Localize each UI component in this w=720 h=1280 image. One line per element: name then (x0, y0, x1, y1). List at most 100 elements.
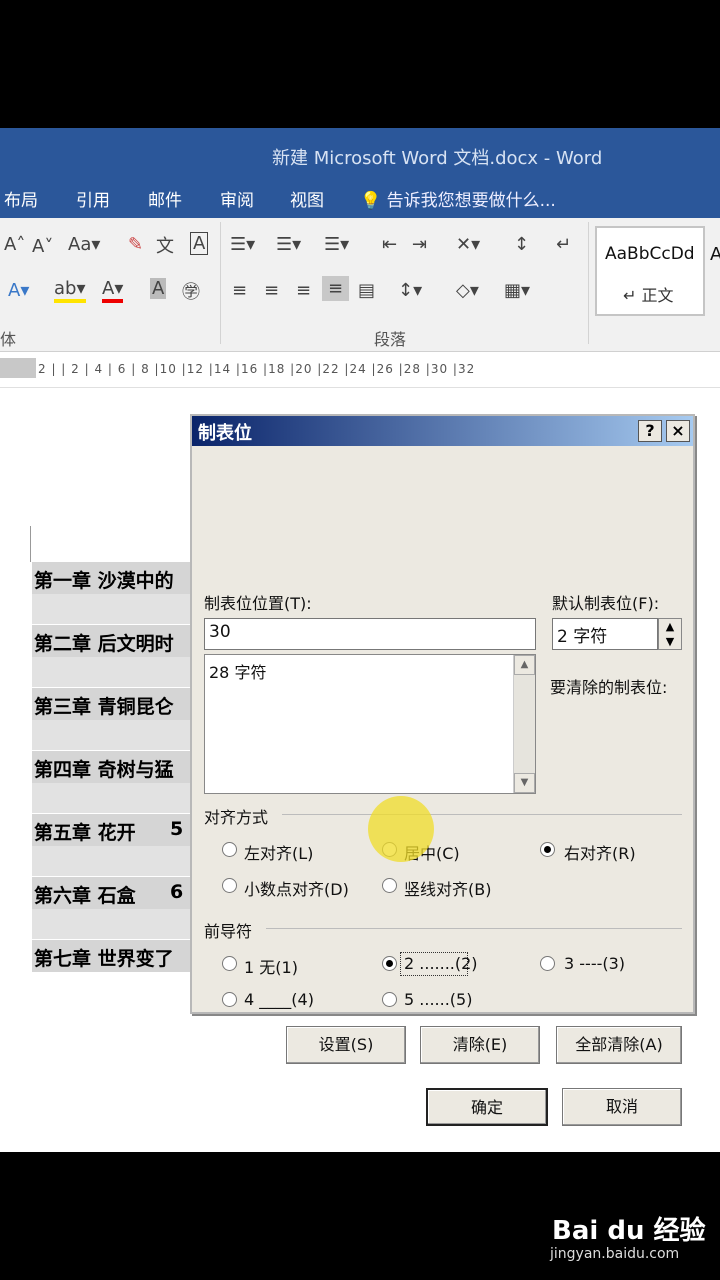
align-center-icon[interactable]: ≡ (264, 280, 279, 301)
chapter-gap (32, 846, 190, 876)
tab-stop-item[interactable]: 28 字符 (209, 659, 266, 683)
leader-underline-radio[interactable] (222, 992, 237, 1007)
chapter-line[interactable]: 第五章 花开 5 (32, 814, 190, 846)
borders-icon[interactable]: ▦▾ (504, 280, 530, 301)
scroll-up-icon[interactable]: ▲ (514, 655, 535, 675)
spin-down-icon[interactable]: ▼ (659, 634, 681, 649)
dialog-title: 制表位 (198, 423, 252, 444)
default-tab-spinner[interactable]: ▲ ▼ (658, 618, 682, 650)
horizontal-ruler[interactable]: 2 | | 2 | 4 | 6 | 8 |10 |12 |14 |16 |18 … (0, 352, 720, 388)
shrink-font-icon[interactable]: A˅ (32, 236, 53, 257)
numbering-icon[interactable]: ☰▾ (276, 234, 301, 255)
show-marks-icon[interactable]: ↵ (556, 234, 571, 255)
align-right-radio[interactable] (540, 842, 555, 857)
align-decimal-radio[interactable] (222, 878, 237, 893)
leader-middot-label[interactable]: 5 ......(5) (404, 990, 472, 1009)
increase-indent-icon[interactable]: ⇥ (412, 234, 427, 255)
dialog-title-bar[interactable]: 制表位 ? × (192, 416, 693, 446)
chapter-line[interactable]: 第四章 奇树与猛 (32, 751, 190, 783)
style-next-preview[interactable]: A (710, 244, 720, 265)
chapter-gap (32, 594, 190, 624)
clear-all-button[interactable]: 全部清除(A) (556, 1026, 682, 1064)
alignment-divider (282, 814, 682, 815)
baidu-url: jingyan.baidu.com (550, 1246, 680, 1262)
highlight-icon[interactable]: ab▾ (54, 278, 86, 303)
leader-divider (266, 928, 682, 929)
ok-button[interactable]: 确定 (426, 1088, 548, 1126)
align-left-icon[interactable]: ≡ (232, 280, 247, 301)
close-button[interactable]: × (666, 420, 690, 442)
menu-mailings[interactable]: 邮件 (148, 186, 182, 211)
menu-review[interactable]: 审阅 (220, 186, 254, 211)
align-left-radio[interactable] (222, 842, 237, 857)
char-shading-icon[interactable]: A (150, 278, 167, 299)
chinese-layout-icon[interactable]: ✕▾ (456, 234, 480, 255)
line-spacing-icon[interactable]: ↕▾ (398, 280, 422, 301)
menu-references[interactable]: 引用 (76, 186, 110, 211)
leader-none-label[interactable]: 1 无(1) (244, 954, 298, 978)
chapter-line[interactable]: 第三章 青铜昆仑 (32, 688, 190, 720)
sort-icon[interactable]: ↕ (514, 234, 529, 255)
chapter-gap (32, 909, 190, 939)
font-color-icon[interactable]: A▾ (102, 278, 124, 303)
enclose-char-icon[interactable]: ㊫ (182, 278, 200, 304)
chapter-line[interactable]: 第一章 沙漠中的 (32, 562, 190, 594)
leader-dots-radio[interactable] (382, 956, 397, 971)
cursor-highlight (368, 796, 434, 862)
tab-stop-list[interactable]: 28 字符 ▲ ▼ (204, 654, 536, 794)
distributed-icon[interactable]: ▤ (358, 280, 375, 301)
leader-middot-radio[interactable] (382, 992, 397, 1007)
shading-icon[interactable]: ◇▾ (456, 280, 479, 301)
align-bar-radio[interactable] (382, 878, 397, 893)
cancel-button[interactable]: 取消 (562, 1088, 682, 1126)
multilevel-list-icon[interactable]: ☰▾ (324, 234, 349, 255)
set-button[interactable]: 设置(S) (286, 1026, 406, 1064)
align-left-label[interactable]: 左对齐(L) (244, 840, 313, 864)
ribbon-separator (220, 222, 221, 344)
chapter-line[interactable]: 第六章 石盒 6 (32, 877, 190, 909)
chapter-line[interactable]: 第二章 后文明时 (32, 625, 190, 657)
tab-position-input[interactable]: 30 (204, 618, 536, 650)
clear-button[interactable]: 清除(E) (420, 1026, 540, 1064)
align-bar-label[interactable]: 竖线对齐(B) (404, 876, 491, 900)
list-scrollbar[interactable]: ▲ ▼ (513, 655, 535, 793)
tabs-dialog: 制表位 ? × 制表位位置(T): 30 默认制表位(F): 2 字符 ▲ ▼ … (190, 414, 695, 1126)
decrease-indent-icon[interactable]: ⇤ (382, 234, 397, 255)
chapter-text: 第四章 奇树与猛 (34, 759, 174, 781)
ruler-margin (0, 358, 36, 378)
leader-dash-label[interactable]: 3 ----(3) (564, 954, 625, 973)
char-border-icon[interactable]: A (190, 232, 209, 255)
leader-underline-label[interactable]: 4 ____(4) (244, 990, 314, 1009)
scroll-down-icon[interactable]: ▼ (514, 773, 535, 793)
bullets-icon[interactable]: ☰▾ (230, 234, 255, 255)
justify-icon[interactable]: ≡ (322, 276, 350, 301)
align-decimal-label[interactable]: 小数点对齐(D) (244, 876, 349, 900)
chapter-line[interactable]: 第七章 世界变了 (32, 940, 190, 972)
spin-up-icon[interactable]: ▲ (659, 619, 681, 634)
leader-dash-radio[interactable] (540, 956, 555, 971)
phonetic-guide-icon[interactable]: 文 (156, 232, 174, 258)
ribbon: A˄ A˅ Aa▾ ✎ 文 A A▾ ab▾ A▾ A ㊫ 体 ☰▾ ☰▾ ☰▾… (0, 218, 720, 352)
help-button[interactable]: ? (638, 420, 662, 442)
chapter-text: 第七章 世界变了 (34, 948, 174, 970)
style-normal[interactable]: AaBbCcDd ↵ 正文 (595, 226, 705, 316)
grow-font-icon[interactable]: A˄ (4, 234, 25, 255)
title-bar: 新建 Microsoft Word 文档.docx - Word (0, 128, 720, 180)
chapter-gap (32, 720, 190, 750)
clear-tabs-label: 要清除的制表位: (550, 678, 668, 697)
clear-format-icon[interactable]: ✎ (128, 234, 143, 255)
tell-me-box[interactable]: 💡 告诉我您想要做什么... (360, 186, 556, 211)
default-tab-input[interactable]: 2 字符 (552, 618, 658, 650)
leader-dots-label[interactable]: 2 .......(2) (404, 954, 478, 973)
change-case-icon[interactable]: Aa▾ (68, 234, 100, 255)
menu-layout[interactable]: 布局 (4, 186, 38, 211)
align-right-label[interactable]: 右对齐(R) (564, 840, 636, 864)
default-tab-label: 默认制表位(F): (552, 594, 660, 613)
menu-view[interactable]: 视图 (290, 186, 324, 211)
window-title: 新建 Microsoft Word 文档.docx - Word (272, 148, 603, 169)
text-effects-icon[interactable]: A▾ (8, 280, 29, 301)
align-right-icon[interactable]: ≡ (296, 280, 311, 301)
leader-none-radio[interactable] (222, 956, 237, 971)
chapter-gap (32, 657, 190, 687)
alignment-label: 对齐方式 (204, 808, 269, 827)
